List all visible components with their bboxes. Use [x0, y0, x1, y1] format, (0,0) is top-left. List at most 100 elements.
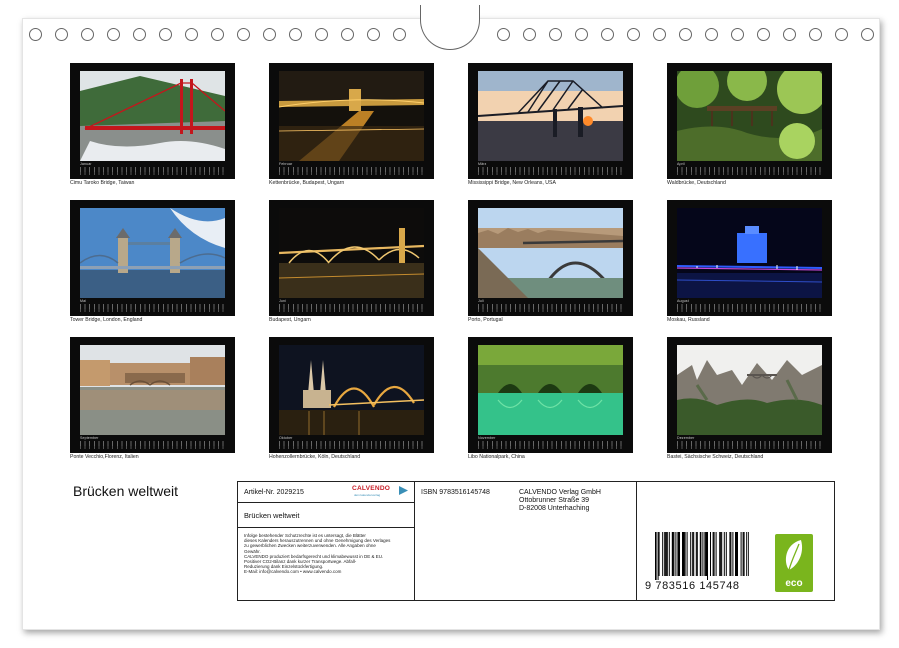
calendar-title: Brücken weltweit — [73, 483, 179, 499]
month-preview: Januar Cimu Taroko Bridge, Taiwan — [70, 63, 235, 193]
month-label: Oktober — [279, 436, 293, 440]
info-column-article: Artikel-Nr. 2029215 CALVENDO dein kalend… — [238, 482, 415, 600]
binding-ring — [367, 28, 380, 41]
barcode-bar — [658, 532, 660, 576]
barcode-bar — [655, 532, 657, 580]
barcode-bar — [695, 532, 697, 576]
product-title-row: Brücken weltweit — [238, 503, 414, 528]
binding-ring — [185, 28, 198, 41]
barcode-bar — [657, 532, 659, 580]
barcode-image — [655, 532, 749, 580]
month-preview: September Ponte Vecchio,Florenz, Italien — [70, 337, 235, 467]
bridge-photo — [80, 71, 225, 161]
month-preview: Juli Porto, Portugal — [468, 200, 633, 330]
binding-ring — [731, 28, 744, 41]
barcode-bar — [740, 532, 742, 576]
day-strip-numbers — [279, 172, 424, 175]
binding-ring — [107, 28, 120, 41]
publisher-street: Ottobrunner Straße 39 — [519, 497, 590, 504]
bridge-photo — [677, 345, 822, 435]
month-label: Juni — [279, 299, 286, 303]
calvendo-flag-icon — [399, 486, 408, 495]
binding-ring — [861, 28, 874, 41]
binding-ring — [809, 28, 822, 41]
bridge-photo — [478, 71, 623, 161]
month-label: Februar — [279, 162, 293, 166]
barcode-bar — [732, 532, 734, 576]
barcode-bar — [662, 532, 664, 576]
barcode-bar — [743, 532, 745, 576]
day-strip-numbers — [279, 446, 424, 449]
photo-caption: Ponte Vecchio,Florenz, Italien — [70, 454, 139, 460]
bridge-photo — [677, 71, 822, 161]
barcode-bar — [737, 532, 738, 576]
month-label: August — [677, 299, 689, 303]
binding-ring — [341, 28, 354, 41]
barcode-bar — [725, 532, 727, 576]
month-label: Juli — [478, 299, 484, 303]
article-number: Artikel-Nr. 2029215 — [244, 489, 304, 496]
barcode-bar — [735, 532, 736, 576]
photo-caption: Porto, Portugal — [468, 317, 503, 323]
month-label: Januar — [80, 162, 92, 166]
barcode-bar — [746, 532, 748, 576]
binding-ring — [393, 28, 406, 41]
barcode-bar — [692, 532, 694, 576]
day-strip-numbers — [478, 172, 623, 175]
bridge-photo — [478, 208, 623, 298]
month-label: Mai — [80, 299, 87, 303]
eco-badge: eco — [775, 534, 813, 592]
leaf-icon — [785, 540, 803, 571]
photo-frame: Dezember — [667, 337, 832, 453]
bridge-photo — [80, 345, 225, 435]
barcode-bar — [707, 532, 708, 580]
barcode-bar — [729, 532, 731, 576]
binding-ring — [705, 28, 718, 41]
binding-ring — [575, 28, 588, 41]
photo-frame: Juli — [468, 200, 633, 316]
binding-ring — [81, 28, 94, 41]
day-strip-numbers — [677, 446, 822, 449]
barcode-bar — [693, 532, 695, 576]
bridge-photo — [478, 345, 623, 435]
photo-frame: August — [667, 200, 832, 316]
month-label: September — [80, 436, 99, 440]
barcode-bar — [712, 532, 714, 576]
barcode-bar — [686, 532, 688, 576]
month-label: März — [478, 162, 487, 166]
photo-frame: September — [70, 337, 235, 453]
month-preview: März Mississippi Bridge, New Orleans, USA — [468, 63, 633, 193]
bridge-photo — [80, 208, 225, 298]
photo-caption: Tower Bridge, London, England — [70, 317, 143, 323]
calvendo-logo: CALVENDO dein kalenderverlag — [352, 485, 408, 499]
barcode-bar — [679, 532, 680, 576]
barcode-bar — [719, 532, 721, 576]
bridge-photo — [279, 208, 424, 298]
eco-label: eco — [785, 578, 803, 589]
binding-ring — [523, 28, 536, 41]
day-strip-numbers — [80, 309, 225, 312]
barcode-bar — [730, 532, 732, 576]
binding-ring — [601, 28, 614, 41]
day-strip-numbers — [80, 172, 225, 175]
binding-ring — [783, 28, 796, 41]
info-column-publisher: ISBN 9783516145748 CALVENDO Verlag GmbH … — [415, 482, 637, 600]
binding-ring — [29, 28, 42, 41]
binding-ring — [627, 28, 640, 41]
binding-ring — [211, 28, 224, 41]
bridge-photo — [279, 71, 424, 161]
isbn: ISBN 9783516145748 — [421, 489, 490, 496]
binding-ring — [549, 28, 562, 41]
photo-caption: Bastei, Sächsische Schweiz, Deutschland — [667, 454, 764, 460]
barcode-bar — [665, 532, 667, 576]
month-label: Dezember — [677, 436, 695, 440]
binding-ring — [159, 28, 172, 41]
barcode-bar — [699, 532, 702, 576]
barcode-bar — [675, 532, 677, 576]
photo-caption: Budapest, Ungarn — [269, 317, 311, 323]
barcode-bar — [723, 532, 725, 576]
barcode-bar — [748, 532, 749, 576]
publisher-name: CALVENDO Verlag GmbH — [519, 489, 601, 496]
barcode-bar — [684, 532, 686, 576]
bridge-photo — [279, 345, 424, 435]
